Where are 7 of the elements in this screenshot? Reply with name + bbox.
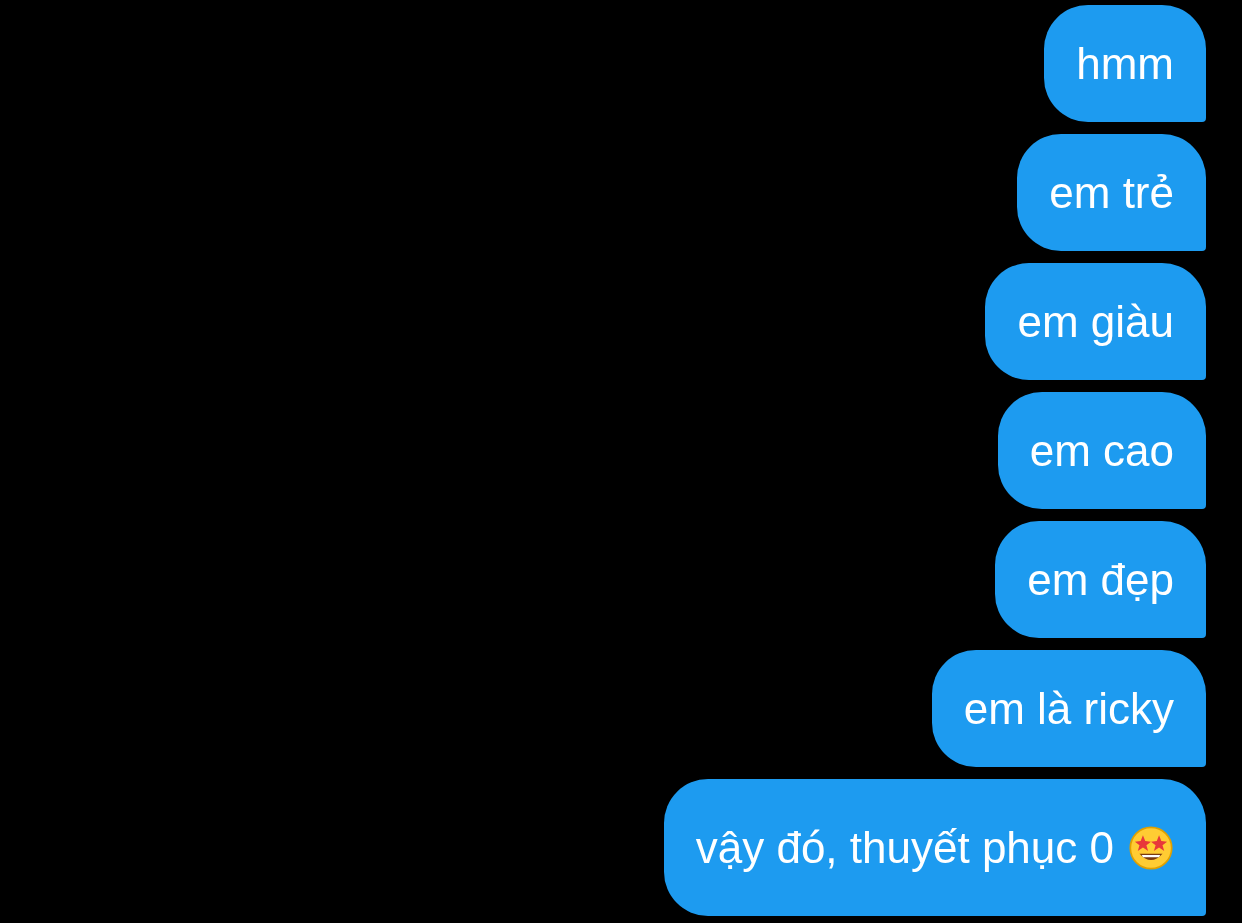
message-text: em trẻ xyxy=(1049,167,1174,218)
message-text: em cao xyxy=(1029,425,1174,476)
message-text: em đẹp xyxy=(1027,554,1174,605)
message-text: vậy đó, thuyết phục 0 xyxy=(695,822,1114,873)
message-text: em giàu xyxy=(1017,296,1174,347)
message-text: em là ricky xyxy=(963,683,1174,734)
message-text: hmm xyxy=(1076,38,1174,89)
